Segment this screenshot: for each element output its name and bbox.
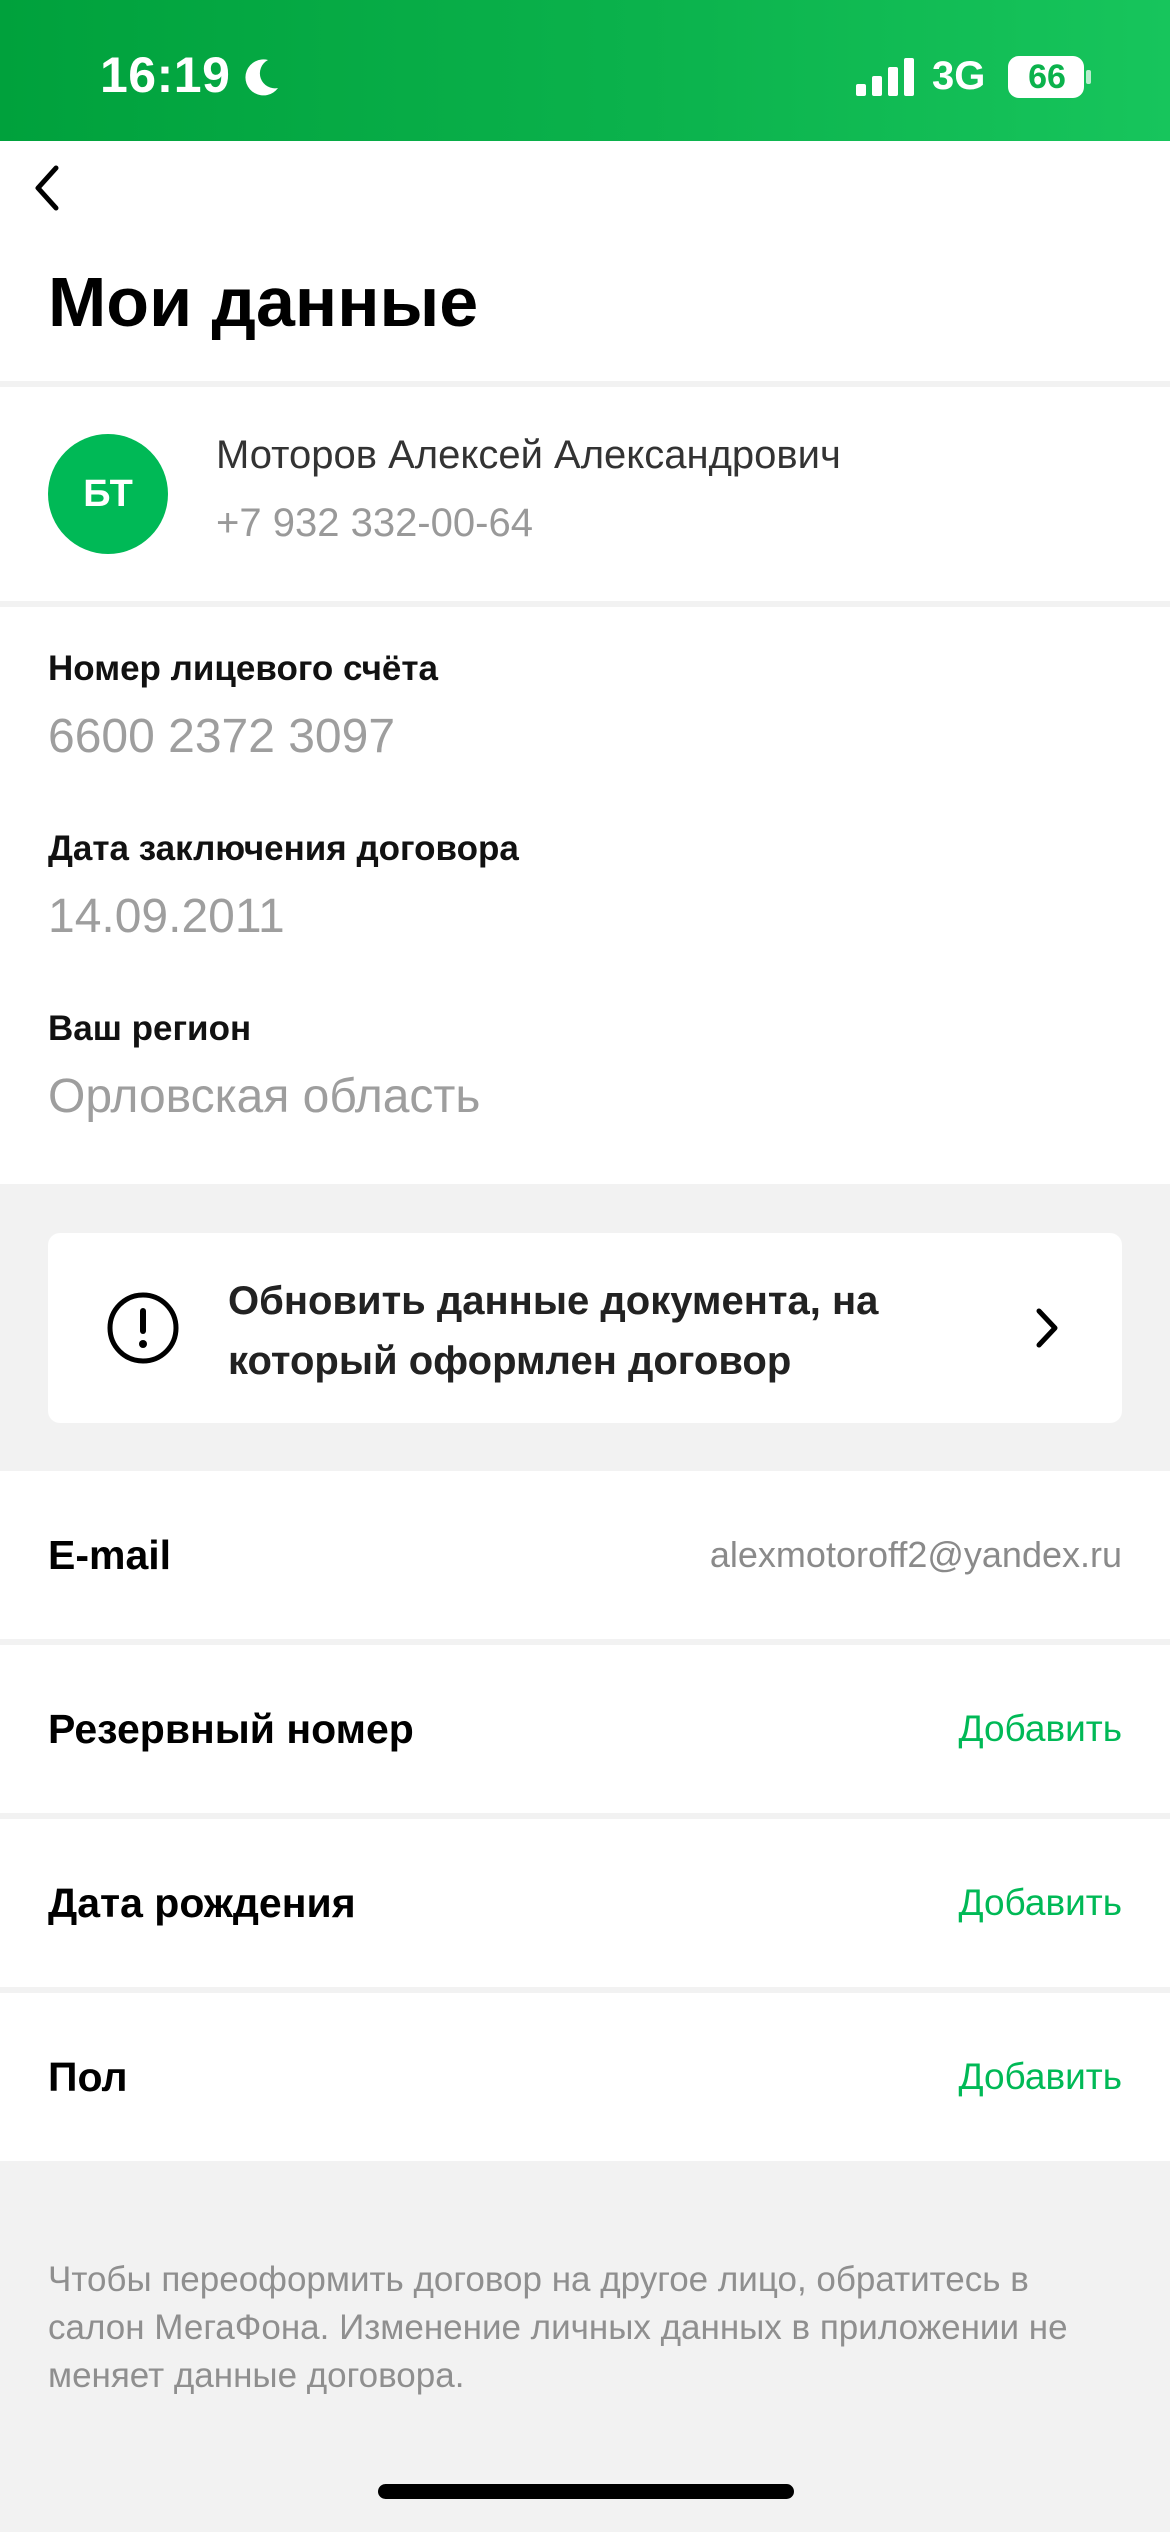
account-number-label: Номер лицевого счёта xyxy=(48,649,438,688)
chevron-left-icon[interactable] xyxy=(28,160,68,216)
header xyxy=(0,141,1170,381)
battery-level: 66 xyxy=(1028,58,1066,96)
contract-date-value: 14.09.2011 xyxy=(48,890,285,943)
profile-name: Моторов Алексей Александрович xyxy=(216,433,841,477)
signal-icon xyxy=(856,58,914,96)
profile-phone: +7 932 332-00-64 xyxy=(216,501,533,545)
moon-icon xyxy=(245,59,278,96)
status-time: 16:19 xyxy=(100,47,231,103)
backup-number-row[interactable]: Резервный номер Добавить xyxy=(0,1645,1170,1813)
status-bar: 16:19 3G 66 xyxy=(0,0,1170,141)
profile-card: БТ Моторов Алексей Александрович +7 932 … xyxy=(0,387,1170,601)
email-row[interactable]: E-mail alexmotoroff2@yandex.ru xyxy=(0,1471,1170,1639)
footnote: Чтобы переоформить договор на другое лиц… xyxy=(48,2260,1068,2395)
gender-label: Пол xyxy=(48,2054,128,2100)
contract-date-label: Дата заключения договора xyxy=(48,829,519,868)
add-birth-date-button[interactable]: Добавить xyxy=(958,1819,1122,1987)
backup-number-label: Резервный номер xyxy=(48,1706,414,1752)
avatar: БТ xyxy=(48,434,168,554)
add-backup-number-button[interactable]: Добавить xyxy=(958,1645,1122,1813)
birth-date-label: Дата рождения xyxy=(48,1880,356,1926)
gender-row[interactable]: Пол Добавить xyxy=(0,1993,1170,2161)
email-value: alexmotoroff2@yandex.ru xyxy=(709,1534,1122,1575)
update-document-text: Обновить данные документа, на который оф… xyxy=(228,1279,879,1383)
update-document-card[interactable]: Обновить данные документа, на который оф… xyxy=(48,1233,1122,1423)
add-gender-button[interactable]: Добавить xyxy=(958,1993,1122,2161)
alert-circle-icon xyxy=(107,1292,179,1364)
home-indicator[interactable] xyxy=(378,2484,794,2499)
birth-date-row[interactable]: Дата рождения Добавить xyxy=(0,1819,1170,1987)
chevron-right-icon xyxy=(1036,1308,1058,1348)
account-number-value: 6600 2372 3097 xyxy=(48,710,396,763)
account-info-section: Номер лицевого счёта 6600 2372 3097 Дата… xyxy=(0,607,1170,1184)
region-value: Орловская область xyxy=(48,1070,481,1123)
page-title: Мои данные xyxy=(48,263,479,341)
email-label: E-mail xyxy=(48,1532,172,1578)
network-label: 3G xyxy=(932,54,986,98)
region-label: Ваш регион xyxy=(48,1009,252,1048)
